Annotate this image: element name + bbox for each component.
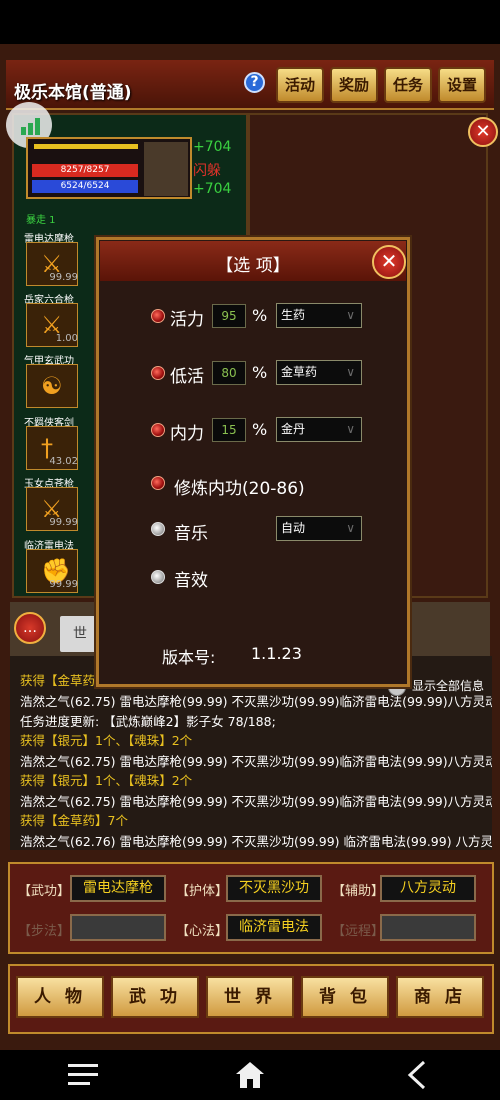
yuancheng-label: 【远程】 bbox=[332, 924, 385, 939]
mp-gain: +704 bbox=[193, 181, 232, 197]
log-line: 浩然之气(62.75) 雷电达摩枪(99.99) 不灭黑沙功(99.99)临济雷… bbox=[20, 754, 492, 769]
hp-bar: 8257/8257 bbox=[32, 164, 138, 177]
skills-header: 暴走 1 bbox=[26, 215, 56, 226]
log-line: 获得【银元】1个、【魂珠】2个 bbox=[20, 733, 193, 748]
activity-button[interactable]: 活动 bbox=[276, 67, 324, 103]
nav-skills-button[interactable]: 武 功 bbox=[111, 976, 199, 1018]
log-line: 获得【金草药】7个 bbox=[20, 813, 128, 828]
menu-icon[interactable] bbox=[68, 1064, 98, 1086]
log-line: 获得【金草药 bbox=[20, 673, 96, 688]
log-line: 获得【银元】1个、【魂珠】2个 bbox=[20, 773, 193, 788]
chevron-down-icon: ∨ bbox=[346, 365, 355, 379]
nav-world-button[interactable]: 世 界 bbox=[206, 976, 294, 1018]
fuzhu-label: 【辅助】 bbox=[332, 884, 385, 899]
huti-slot[interactable]: 不灭黑沙功 bbox=[226, 875, 322, 902]
home-icon[interactable] bbox=[234, 1060, 266, 1090]
xinfa-slot[interactable]: 临济雷电法 bbox=[226, 914, 322, 941]
low-vitality-item-select[interactable]: 金草药 ∨ bbox=[276, 360, 362, 385]
version-label: 版本号: bbox=[162, 648, 216, 667]
dialog-close-icon[interactable]: ✕ bbox=[372, 245, 406, 279]
music-label: 音乐 bbox=[174, 524, 208, 544]
log-line: 浩然之气(62.76) 雷电达摩枪(99.99) 不灭黑沙功(99.99) 临济… bbox=[20, 834, 492, 849]
log-line: 任务进度更新: 【武炼巅峰2】影子女 78/188; bbox=[20, 714, 276, 729]
practice-radio[interactable] bbox=[151, 476, 165, 490]
show-all-label: 显示全部信息 bbox=[412, 679, 485, 693]
chevron-down-icon: ∨ bbox=[346, 422, 355, 436]
back-icon[interactable] bbox=[406, 1060, 428, 1090]
percent-sign: % bbox=[252, 306, 268, 325]
skill-value: 99.99 bbox=[49, 272, 78, 283]
vitality-label: 活力 bbox=[170, 310, 204, 330]
low-vitality-label: 低活 bbox=[170, 367, 204, 387]
close-icon[interactable]: ✕ bbox=[468, 117, 498, 147]
sfx-label: 音效 bbox=[174, 571, 208, 591]
dodge-status: 闪躲 bbox=[193, 163, 221, 179]
skill-value: 1.00 bbox=[55, 333, 78, 344]
wugong-slot[interactable]: 雷电达摩枪 bbox=[70, 875, 166, 902]
armor-icon: ☯ bbox=[41, 372, 63, 400]
status-bar bbox=[0, 0, 500, 44]
vitality-item-select[interactable]: 生药 ∨ bbox=[276, 303, 362, 328]
nav-bag-button[interactable]: 背 包 bbox=[301, 976, 389, 1018]
yuancheng-slot[interactable] bbox=[380, 914, 476, 941]
chevron-down-icon: ∨ bbox=[346, 308, 355, 322]
hp-gain: +704 bbox=[193, 139, 232, 155]
percent-sign: % bbox=[252, 420, 268, 439]
skill-value: 99.99 bbox=[49, 579, 78, 590]
low-vitality-radio[interactable] bbox=[151, 366, 165, 380]
skill-value: 99.99 bbox=[49, 517, 78, 528]
sfx-radio[interactable] bbox=[151, 570, 165, 584]
window-title: 极乐本馆(普通) bbox=[14, 83, 132, 103]
nav-character-button[interactable]: 人 物 bbox=[16, 976, 104, 1018]
version-value: 1.1.23 bbox=[251, 644, 302, 663]
mp-bar: 6524/6524 bbox=[32, 180, 138, 193]
chat-tab-world[interactable]: 世 bbox=[60, 616, 100, 652]
system-nav-bar bbox=[0, 1050, 500, 1100]
nav-shop-button[interactable]: 商 店 bbox=[396, 976, 484, 1018]
vitality-percent-input[interactable]: 95 bbox=[212, 304, 246, 328]
help-icon[interactable]: ? bbox=[244, 72, 265, 93]
inner-power-label: 内力 bbox=[170, 424, 204, 444]
reward-button[interactable]: 奖励 bbox=[330, 67, 378, 103]
vitality-radio[interactable] bbox=[151, 309, 165, 323]
options-dialog bbox=[96, 237, 410, 687]
exp-bar bbox=[34, 144, 138, 149]
percent-sign: % bbox=[252, 363, 268, 382]
fuzhu-slot[interactable]: 八方灵动 bbox=[380, 875, 476, 902]
practice-label: 修炼内功(20-86) bbox=[174, 479, 305, 499]
bufa-label: 【步法】 bbox=[18, 924, 71, 939]
huti-label: 【护体】 bbox=[176, 884, 229, 899]
low-vitality-percent-input[interactable]: 80 bbox=[212, 361, 246, 385]
dialog-title: 【选 项】 bbox=[216, 256, 290, 276]
music-select[interactable]: 自动 ∨ bbox=[276, 516, 362, 541]
skill-slot[interactable]: ☯ bbox=[26, 364, 78, 408]
inner-power-item-select[interactable]: 金丹 ∨ bbox=[276, 417, 362, 442]
settings-button[interactable]: 设置 bbox=[438, 67, 486, 103]
bufa-slot[interactable] bbox=[70, 914, 166, 941]
log-line: 浩然之气(62.75) 雷电达摩枪(99.99) 不灭黑沙功(99.99)临济雷… bbox=[20, 794, 492, 809]
chevron-down-icon: ∨ bbox=[346, 521, 355, 535]
xinfa-label: 【心法】 bbox=[176, 924, 229, 939]
player-avatar bbox=[144, 142, 188, 196]
skill-value: 43.02 bbox=[49, 456, 78, 467]
quest-button[interactable]: 任务 bbox=[384, 67, 432, 103]
chat-icon[interactable]: … bbox=[14, 612, 46, 644]
inner-power-radio[interactable] bbox=[151, 423, 165, 437]
inner-power-percent-input[interactable]: 15 bbox=[212, 418, 246, 442]
music-radio[interactable] bbox=[151, 522, 165, 536]
wugong-label: 【武功】 bbox=[18, 884, 71, 899]
